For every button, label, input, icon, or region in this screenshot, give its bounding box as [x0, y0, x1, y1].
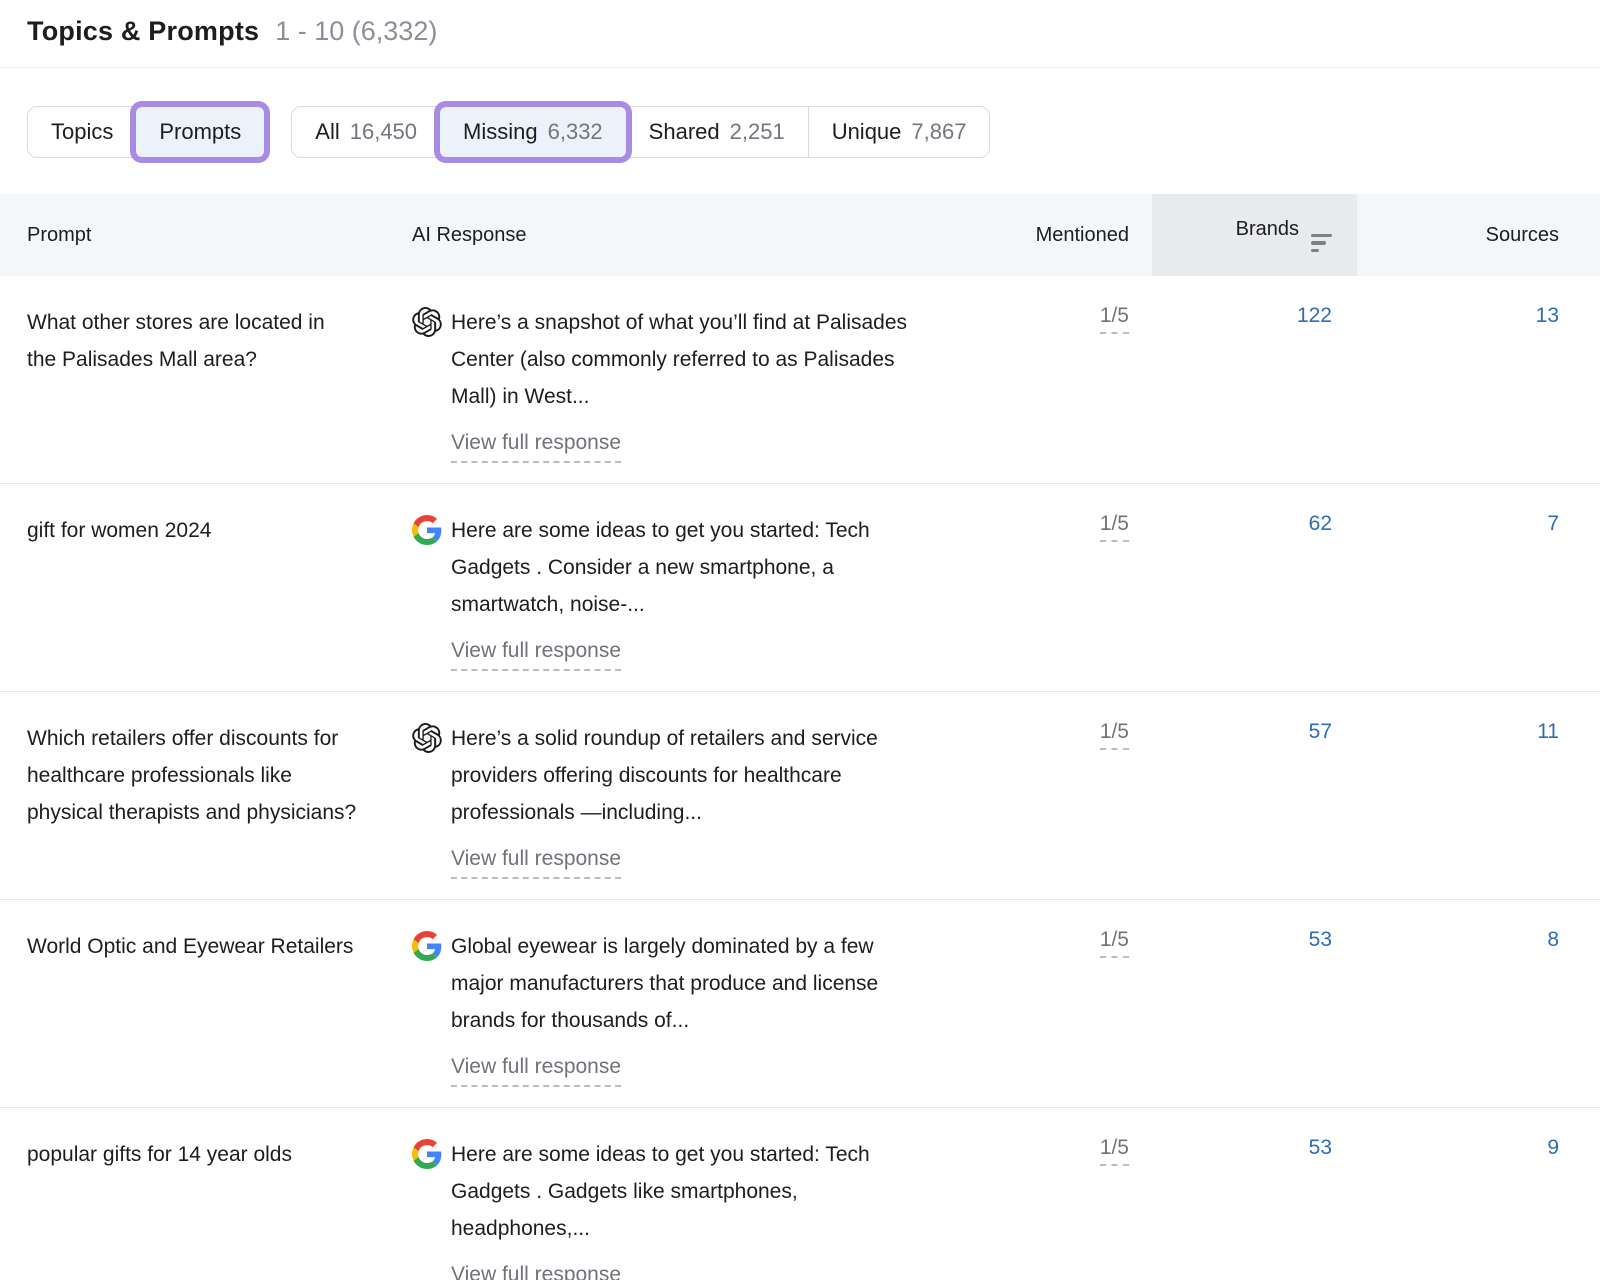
view-full-response-link[interactable]: View full response: [451, 636, 621, 671]
column-header-sources: Sources: [1357, 194, 1600, 276]
filter-all-label: All: [315, 119, 339, 145]
table-row: Which retailers offer discounts for heal…: [0, 692, 1600, 900]
google-icon: [412, 515, 442, 545]
filter-missing-label: Missing: [463, 119, 538, 145]
prompt-text: gift for women 2024: [27, 512, 359, 549]
mentioned-value[interactable]: 1/5: [1100, 928, 1129, 958]
table-row: World Optic and Eyewear Retailers Global…: [0, 900, 1600, 1108]
column-header-brands[interactable]: Brands: [1152, 194, 1357, 276]
ai-response-text: Here are some ideas to get you started: …: [451, 512, 929, 623]
table-row: What other stores are located in the Pal…: [0, 276, 1600, 484]
filter-all-count: 16,450: [350, 119, 417, 145]
filter-missing-count: 6,332: [548, 119, 603, 145]
toggle-topics-label: Topics: [51, 119, 113, 145]
filter-missing[interactable]: Missing 6,332: [440, 107, 626, 157]
prompt-text: popular gifts for 14 year olds: [27, 1136, 359, 1173]
openai-icon: [412, 307, 442, 337]
filter-unique[interactable]: Unique 7,867: [808, 107, 990, 157]
sources-count-link[interactable]: 7: [1547, 512, 1559, 535]
brands-count-link[interactable]: 62: [1309, 512, 1332, 535]
mentioned-value[interactable]: 1/5: [1100, 1136, 1129, 1166]
view-full-response-link[interactable]: View full response: [451, 1260, 621, 1280]
sort-descending-icon: [1311, 234, 1332, 253]
ai-response-text: Here are some ideas to get you started: …: [451, 1136, 929, 1247]
table-header: Prompt AI Response Mentioned Brands Sour…: [0, 194, 1600, 276]
sources-count-link[interactable]: 11: [1537, 720, 1559, 743]
toggle-prompts[interactable]: Prompts: [136, 107, 264, 157]
table-row: gift for women 2024 Here are some ideas …: [0, 484, 1600, 692]
filter-bar: Topics Prompts All 16,450 Missing 6,332 …: [0, 68, 1600, 194]
column-header-brands-label: Brands: [1236, 218, 1299, 240]
filter-shared-count: 2,251: [730, 119, 785, 145]
column-header-mentioned: Mentioned: [1004, 194, 1152, 276]
google-icon: [412, 1139, 442, 1169]
toggle-topics[interactable]: Topics: [28, 107, 136, 157]
openai-icon: [412, 723, 442, 753]
sources-count-link[interactable]: 9: [1547, 1136, 1559, 1159]
table-row: popular gifts for 14 year olds Here are …: [0, 1108, 1600, 1280]
view-full-response-link[interactable]: View full response: [451, 1052, 621, 1087]
mentioned-value[interactable]: 1/5: [1100, 720, 1129, 750]
view-full-response-link[interactable]: View full response: [451, 428, 621, 463]
sources-count-link[interactable]: 8: [1547, 928, 1559, 951]
ai-response-text: Here’s a snapshot of what you’ll find at…: [451, 304, 929, 415]
toggle-prompts-label: Prompts: [159, 119, 241, 145]
filter-unique-label: Unique: [832, 119, 902, 145]
filter-unique-count: 7,867: [911, 119, 966, 145]
ai-response-text: Here’s a solid roundup of retailers and …: [451, 720, 929, 831]
mentioned-value[interactable]: 1/5: [1100, 512, 1129, 542]
prompts-table: Prompt AI Response Mentioned Brands Sour…: [0, 194, 1600, 1280]
sources-count-link[interactable]: 13: [1536, 304, 1559, 327]
page-header: Topics & Prompts 1 - 10 (6,332): [0, 0, 1600, 68]
mention-filter-group: All 16,450 Missing 6,332 Shared 2,251 Un…: [291, 106, 990, 158]
prompt-text: Which retailers offer discounts for heal…: [27, 720, 359, 831]
column-header-ai-response: AI Response: [412, 194, 1004, 276]
prompt-text: World Optic and Eyewear Retailers: [27, 928, 359, 965]
view-full-response-link[interactable]: View full response: [451, 844, 621, 879]
filter-shared[interactable]: Shared 2,251: [626, 107, 808, 157]
google-icon: [412, 931, 442, 961]
ai-response-text: Global eyewear is largely dominated by a…: [451, 928, 929, 1039]
page-title: Topics & Prompts: [27, 16, 259, 47]
filter-shared-label: Shared: [649, 119, 720, 145]
brands-count-link[interactable]: 53: [1309, 928, 1332, 951]
mentioned-value[interactable]: 1/5: [1100, 304, 1129, 334]
column-header-prompt: Prompt: [0, 194, 412, 276]
view-toggle-group: Topics Prompts: [27, 106, 265, 158]
result-range: 1 - 10 (6,332): [275, 16, 437, 47]
brands-count-link[interactable]: 57: [1309, 720, 1332, 743]
filter-all[interactable]: All 16,450: [292, 107, 440, 157]
prompt-text: What other stores are located in the Pal…: [27, 304, 359, 378]
brands-count-link[interactable]: 53: [1309, 1136, 1332, 1159]
brands-count-link[interactable]: 122: [1297, 304, 1332, 327]
